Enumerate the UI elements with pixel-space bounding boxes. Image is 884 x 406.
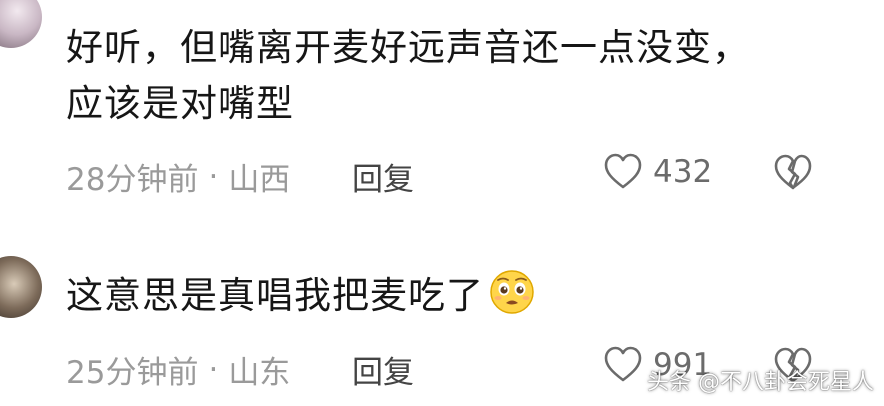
separator-dot: · bbox=[208, 351, 219, 388]
like-button[interactable]: 432 bbox=[603, 152, 712, 192]
comment-text: 这意思是真唱我把麦吃了 bbox=[66, 268, 536, 324]
heart-icon bbox=[604, 153, 642, 189]
heart-icon bbox=[604, 346, 642, 382]
comment-text: 好听，但嘴离开麦好远声音还一点没变， 应该是对嘴型 bbox=[66, 20, 866, 132]
broken-heart-icon[interactable] bbox=[773, 153, 813, 193]
reply-button[interactable]: 回复 bbox=[352, 154, 414, 199]
comment-line: 好听，但嘴离开麦好远声音还一点没变， bbox=[66, 26, 750, 69]
pleading-face-icon bbox=[490, 270, 534, 314]
comment-meta: 28分钟前 · 山西 bbox=[66, 154, 290, 199]
separator-dot: · bbox=[208, 158, 219, 195]
like-count: 432 bbox=[653, 154, 713, 190]
watermark: 头条 @不八卦会死星人 bbox=[647, 370, 874, 395]
comment-line: 应该是对嘴型 bbox=[66, 82, 294, 125]
comment-meta: 25分钟前 · 山东 bbox=[66, 347, 290, 392]
comment-location: 山西 bbox=[228, 162, 291, 198]
avatar[interactable] bbox=[0, 256, 42, 318]
reply-button[interactable]: 回复 bbox=[352, 347, 414, 392]
comment-time: 28分钟前 bbox=[66, 162, 199, 198]
comment-line: 这意思是真唱我把麦吃了 bbox=[66, 274, 484, 317]
avatar[interactable] bbox=[0, 0, 42, 48]
comment-location: 山东 bbox=[228, 355, 291, 391]
comment-time: 25分钟前 bbox=[66, 355, 199, 391]
